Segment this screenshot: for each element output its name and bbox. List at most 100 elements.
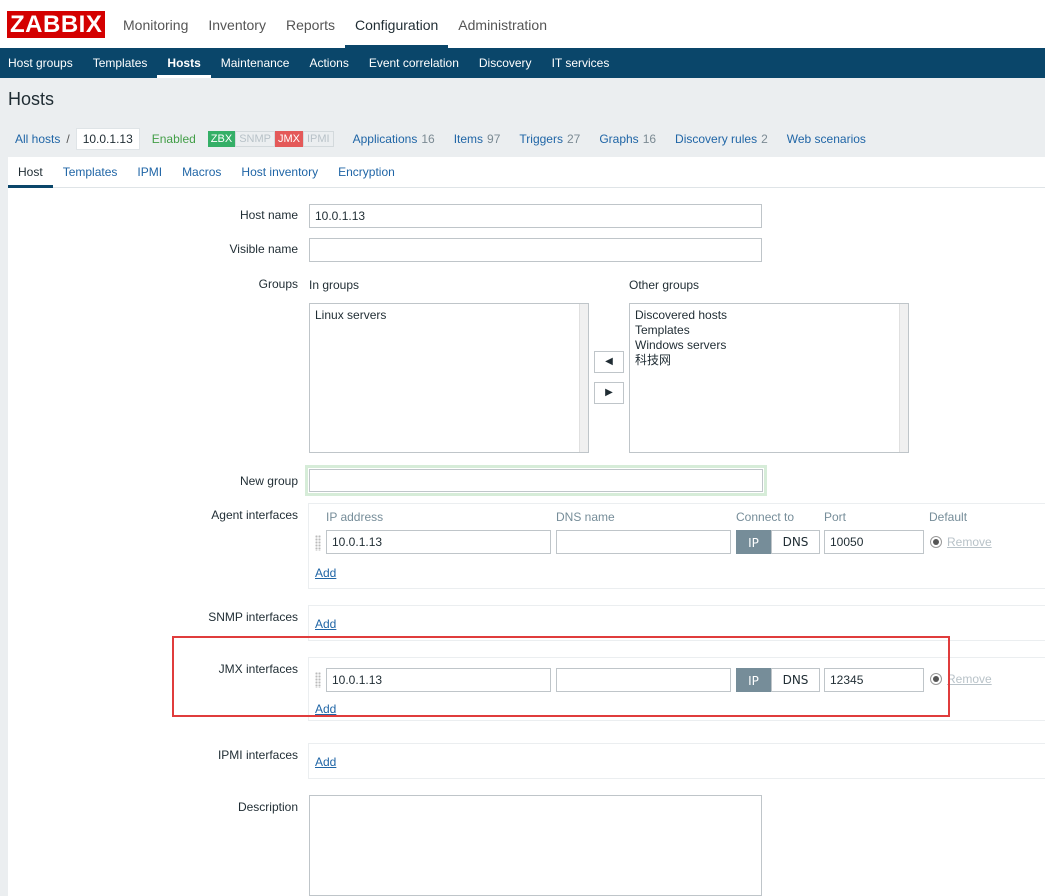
submenu-host-groups[interactable]: Host groups [0,48,83,78]
ipmi-availability-badge: IPMI [302,131,334,147]
other-group-item[interactable]: 科技网 [635,353,903,368]
ip-address-header: IP address [326,510,384,524]
graphs-link[interactable]: Graphs 16 [599,132,656,146]
arrow-left-icon: ◀ [605,356,613,367]
arrow-right-icon: ▶ [605,387,613,398]
sub-menu: Host groups Templates Hosts Maintenance … [0,48,1045,78]
current-host-crumb[interactable]: 10.0.1.13 [75,128,140,150]
agent-connect-ip-button[interactable]: IP [736,530,771,554]
ipmi-add-link[interactable]: Add [315,755,336,769]
ipmi-interfaces-label: IPMI interfaces [217,748,298,762]
top-bar: ZABBIX Monitoring Inventory Reports Conf… [0,0,1045,48]
menu-reports[interactable]: Reports [276,0,345,48]
items-count: 97 [487,132,501,146]
agent-remove-link[interactable]: Remove [947,535,992,549]
in-groups-list[interactable]: Linux servers [309,303,589,453]
breadcrumb-separator: / [66,132,70,146]
agent-interfaces-box: IP address DNS name Connect to Port Defa… [308,503,1045,589]
jmx-highlight-box [172,636,950,717]
discovery-rules-link-label: Discovery rules [675,132,758,146]
agent-add-link[interactable]: Add [315,566,336,580]
jmx-availability-badge: JMX [274,131,303,147]
visible-name-input[interactable] [309,238,762,262]
menu-inventory[interactable]: Inventory [198,0,276,48]
applications-link-label: Applications [352,132,418,146]
other-group-item[interactable]: Discovered hosts [635,308,903,323]
other-groups-list[interactable]: Discovered hosts Templates Windows serve… [629,303,909,453]
zbx-availability-badge: ZBX [207,131,236,147]
submenu-it-services[interactable]: IT services [542,48,620,78]
submenu-discovery[interactable]: Discovery [469,48,542,78]
triggers-link-label: Triggers [519,132,563,146]
snmp-interfaces-label: SNMP interfaces [208,610,298,624]
agent-dns-input[interactable] [556,530,731,554]
agent-ip-input[interactable]: 10.0.1.13 [326,530,551,554]
visible-name-label: Visible name [229,242,298,256]
connect-to-header: Connect to [736,510,795,524]
default-header: Default [929,510,968,524]
move-right-button[interactable]: ▶ [594,382,624,404]
web-scenarios-link-label: Web scenarios [786,132,866,146]
menu-administration[interactable]: Administration [448,0,557,48]
drag-handle-icon[interactable] [315,535,321,551]
top-menu: Monitoring Inventory Reports Configurati… [113,0,557,48]
graphs-link-label: Graphs [599,132,639,146]
new-group-input[interactable] [309,469,763,492]
menu-configuration[interactable]: Configuration [345,0,449,48]
agent-interfaces-label: Agent interfaces [211,508,298,522]
snmp-add-link[interactable]: Add [315,617,336,631]
triggers-count: 27 [566,132,581,146]
tab-templates[interactable]: Templates [53,157,128,187]
agent-default-radio[interactable] [930,536,942,548]
host-navigation: All hosts / 10.0.1.13 Enabled ZBX SNMP J… [8,127,866,151]
in-groups-scrollbar[interactable] [579,304,588,452]
items-link[interactable]: Items 97 [454,132,501,146]
submenu-maintenance[interactable]: Maintenance [211,48,300,78]
other-groups-scrollbar[interactable] [899,304,908,452]
move-left-button[interactable]: ◀ [594,351,624,373]
snmp-availability-badge: SNMP [235,131,275,147]
tab-host-inventory[interactable]: Host inventory [231,157,328,187]
ipmi-interfaces-box: Add [308,743,1045,779]
description-textarea[interactable] [309,795,762,896]
submenu-hosts[interactable]: Hosts [157,48,211,78]
agent-port-input[interactable]: 10050 [824,530,924,554]
dns-name-header: DNS name [556,510,615,524]
host-name-input[interactable]: 10.0.1.13 [309,204,762,228]
host-form-tabs: Host Templates IPMI Macros Host inventor… [8,157,1045,188]
tab-macros[interactable]: Macros [172,157,231,187]
graphs-count: 16 [642,132,657,146]
web-scenarios-link[interactable]: Web scenarios [787,132,866,146]
discovery-rules-link[interactable]: Discovery rules 2 [675,132,768,146]
triggers-link[interactable]: Triggers 27 [519,132,580,146]
tab-ipmi[interactable]: IPMI [127,157,172,187]
submenu-event-correlation[interactable]: Event correlation [359,48,469,78]
groups-label: Groups [258,277,298,291]
new-group-label: New group [239,474,298,488]
discovery-rules-count: 2 [761,132,768,146]
host-name-label: Host name [239,208,298,222]
applications-count: 16 [421,132,435,146]
new-group-input-focus-ring [305,465,767,496]
host-form: Host name 10.0.1.13 Visible name Groups … [8,188,1045,896]
description-label: Description [237,800,298,814]
other-group-item[interactable]: Templates [635,323,903,338]
submenu-templates[interactable]: Templates [83,48,158,78]
zabbix-logo[interactable]: ZABBIX [7,11,106,38]
other-groups-label: Other groups [629,278,700,292]
page-title: Hosts [8,89,55,109]
port-header: Port [824,510,847,524]
other-group-item[interactable]: Windows servers [635,338,903,353]
in-groups-label: In groups [309,278,360,292]
applications-link[interactable]: Applications 16 [353,132,435,146]
in-group-item[interactable]: Linux servers [315,308,583,323]
tab-host[interactable]: Host [8,157,53,188]
items-link-label: Items [453,132,484,146]
agent-connect-dns-button[interactable]: DNS [771,530,820,554]
jmx-remove-link[interactable]: Remove [947,672,992,686]
submenu-actions[interactable]: Actions [299,48,358,78]
all-hosts-link[interactable]: All hosts [15,132,60,146]
host-status-enabled[interactable]: Enabled [152,132,196,146]
tab-encryption[interactable]: Encryption [328,157,405,187]
menu-monitoring[interactable]: Monitoring [113,0,198,48]
